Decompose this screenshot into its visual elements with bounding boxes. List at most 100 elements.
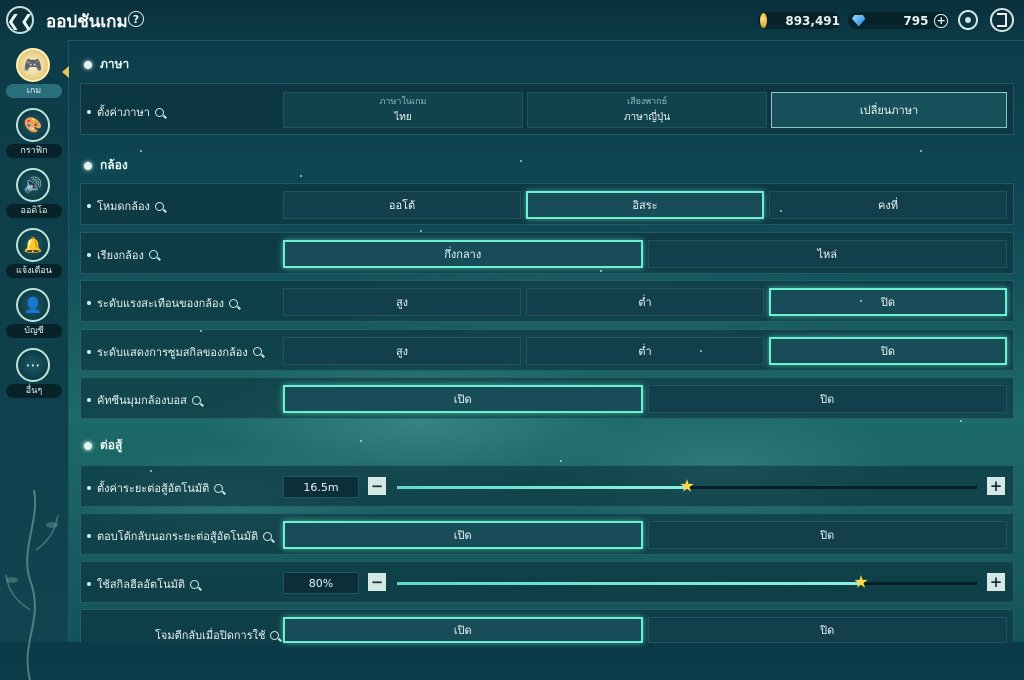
camera-option-button[interactable]: ไหล่ <box>647 239 1007 268</box>
auto-skill-row: ใช้สกิลฮีลอัตโนมัติ 80% − + <box>80 561 1014 603</box>
sidebar-item-label: กราฟิก <box>6 144 62 158</box>
camera-option-button[interactable]: อิสระ <box>526 191 764 219</box>
sparkle-icon <box>200 330 202 332</box>
counter-label: โจมตีกลับเมื่อปิดการใช้ <box>155 626 280 644</box>
voice-language-display: เสียงพากย์ ภาษาญี่ปุ่น <box>527 92 767 128</box>
gear-icon[interactable] <box>958 10 978 30</box>
palette-icon: 🎨 <box>16 108 50 142</box>
camera-option-button[interactable]: สูง <box>283 288 521 316</box>
section-combat-title: ต่อสู้ <box>100 438 123 452</box>
gamepad-icon: 🎮 <box>16 48 50 82</box>
game-language-title: ภาษาในเกม <box>379 97 427 107</box>
counter-option-on[interactable]: เปิด <box>283 617 643 643</box>
sidebar-item-5[interactable]: ⋯ อื่นๆ <box>0 346 68 402</box>
bell-icon: 🔔 <box>16 228 50 262</box>
coin-icon <box>760 13 768 28</box>
auto-range-slider-fill <box>397 486 687 489</box>
auto-return-label: ตอบโต้กลับนอกระยะต่อสู้อัตโนมัติ <box>87 527 273 545</box>
row-bullet-icon <box>87 204 91 208</box>
counter-option-off[interactable]: ปิด <box>647 617 1007 643</box>
speaker-icon: 🔊 <box>16 168 50 202</box>
auto-range-label-text: ตั้งค่าระยะต่อสู้อัตโนมัติ <box>97 482 210 495</box>
sidebar-item-label: ออดิโอ <box>6 204 62 218</box>
camera-option-button[interactable]: สูง <box>283 336 521 365</box>
magnifier-icon[interactable] <box>228 298 238 308</box>
camera-row-3: ระดับแสดงการซูมสกิลของกล้อง สูง ต่ำ ปิด <box>80 328 1014 371</box>
sidebar-item-4[interactable]: 👤 บัญชี <box>0 286 68 342</box>
camera-row-1: เรียงกล้อง กึ่งกลาง ไหล่ <box>80 231 1014 274</box>
magnifier-icon[interactable] <box>148 250 158 259</box>
auto-range-plus-button[interactable]: + <box>987 477 1005 495</box>
sidebar-item-0[interactable]: 🎮 เกม <box>0 46 68 102</box>
row-bullet-icon <box>87 349 91 354</box>
auto-range-row: ตั้งค่าระยะต่อสู้อัตโนมัติ 16.5m − + <box>80 465 1014 507</box>
auto-return-option-on[interactable]: เปิด <box>283 521 643 549</box>
section-bullet-icon <box>84 60 92 69</box>
row-bullet-icon <box>87 110 91 114</box>
section-camera-title: กล้อง <box>100 158 128 172</box>
magnifier-icon[interactable] <box>191 395 201 405</box>
active-tab-arrow-icon <box>62 66 69 78</box>
camera-option-button[interactable]: คงที่ <box>769 191 1007 219</box>
row-bullet-icon <box>87 398 91 402</box>
sidebar-item-label: บัญชี <box>6 324 62 338</box>
camera-option-button[interactable]: กึ่งกลาง <box>283 239 643 268</box>
language-label-text: ตั้งค่าภาษา <box>97 106 150 119</box>
auto-skill-minus-button[interactable]: − <box>368 573 386 591</box>
sparkle-icon <box>520 160 522 162</box>
camera-option-button[interactable]: ปิด <box>647 385 1007 413</box>
back-button[interactable]: ❮❮ <box>6 6 34 34</box>
camera-option-button[interactable]: ปิด <box>769 336 1007 365</box>
counter-label-text: โจมตีกลับเมื่อปิดการใช้ <box>155 629 266 642</box>
sparkle-icon <box>920 150 922 152</box>
back-arrow-icon: ❮❮ <box>6 10 34 30</box>
auto-return-option-off[interactable]: ปิด <box>647 521 1007 549</box>
coin-amount: 893,491 <box>785 13 840 28</box>
top-bar: ❮❮ ออปชันเกม ? 893,491 795 + <box>0 0 1024 41</box>
magnifier-icon[interactable] <box>263 531 273 541</box>
change-language-button[interactable]: เปลี่ยนภาษา <box>771 92 1007 128</box>
sparkle-icon <box>420 230 422 232</box>
magnifier-icon[interactable] <box>252 347 262 356</box>
auto-skill-label: ใช้สกิลฮีลอัตโนมัติ <box>87 575 199 593</box>
magnifier-icon[interactable] <box>154 201 164 211</box>
sidebar-item-label: แจ้งเตือน <box>6 264 62 278</box>
row-bullet-icon <box>87 301 91 305</box>
sparkle-icon <box>150 470 152 472</box>
magnifier-icon[interactable] <box>189 579 199 589</box>
sidebar-item-1[interactable]: 🎨 กราฟิก <box>0 106 68 162</box>
sidebar-item-3[interactable]: 🔔 แจ้งเตือน <box>0 226 68 282</box>
row-bullet-icon <box>87 486 91 490</box>
sparkle-icon <box>360 440 362 442</box>
magnifier-icon[interactable] <box>214 483 224 493</box>
camera-option-button[interactable]: ต่ำ <box>526 336 764 365</box>
section-camera: กล้อง <box>84 156 128 175</box>
sparkle-icon <box>600 270 602 272</box>
coin-counter: 893,491 <box>758 12 840 29</box>
language-label: ตั้งค่าภาษา <box>87 103 164 121</box>
auto-range-value: 16.5m <box>283 476 359 498</box>
magnifier-icon[interactable] <box>154 107 164 117</box>
auto-range-slider[interactable] <box>397 479 977 492</box>
camera-option-button[interactable]: ปิด <box>769 288 1007 316</box>
auto-range-minus-button[interactable]: − <box>368 477 386 495</box>
camera-row-label-text: ระดับแสดงการซูมสกิลของกล้อง <box>97 345 248 359</box>
section-combat: ต่อสู้ <box>84 436 122 455</box>
add-gems-button[interactable]: + <box>934 13 948 28</box>
auto-skill-label-text: ใช้สกิลฮีลอัตโนมัติ <box>97 578 185 591</box>
auto-return-label-text: ตอบโต้กลับนอกระยะต่อสู้อัตโนมัติ <box>97 530 259 543</box>
camera-option-button[interactable]: ออโต้ <box>283 191 521 219</box>
vine-decoration-icon <box>5 489 59 680</box>
help-icon[interactable]: ? <box>128 11 144 27</box>
section-language: ภาษา <box>84 55 129 74</box>
camera-option-button[interactable]: เปิด <box>283 385 643 413</box>
sidebar-item-2[interactable]: 🔊 ออดิโอ <box>0 166 68 222</box>
counter-row: โจมตีกลับเมื่อปิดการใช้ เปิด ปิด <box>80 609 1014 644</box>
auto-skill-plus-button[interactable]: + <box>987 573 1005 591</box>
camera-option-button[interactable]: ต่ำ <box>526 288 764 316</box>
sparkle-icon <box>780 210 782 212</box>
camera-row-0: โหมดกล้อง ออโต้ อิสระ คงที่ <box>80 183 1014 225</box>
exit-icon[interactable] <box>990 8 1014 32</box>
auto-skill-slider[interactable] <box>397 575 977 588</box>
magnifier-icon[interactable] <box>270 630 280 640</box>
